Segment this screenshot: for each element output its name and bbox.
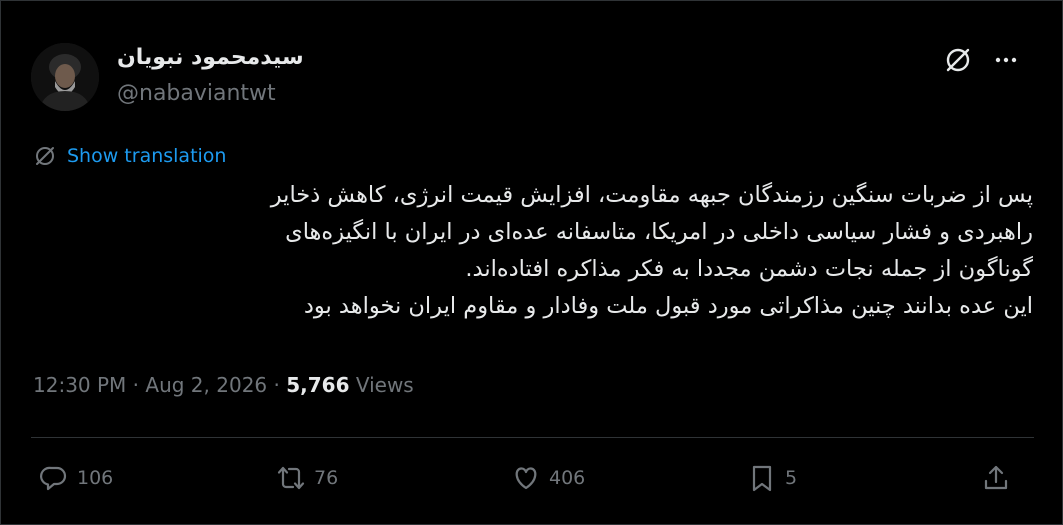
grok-icon[interactable] [943, 45, 973, 75]
show-translation[interactable]: Show translation [33, 142, 226, 170]
like-icon [515, 467, 537, 490]
bookmark-count: 5 [785, 467, 798, 489]
meta-separator: · [132, 373, 140, 397]
views-label: Views [355, 373, 414, 397]
tweet-card: سیدمحمود نبویان @nabaviantwt Show transl… [0, 0, 1063, 525]
bookmark-icon [752, 465, 772, 492]
reply-icon [40, 466, 67, 491]
avatar[interactable] [31, 43, 99, 111]
reply-count: 106 [77, 467, 114, 489]
share-button[interactable] [981, 461, 1011, 495]
avatar-image [31, 43, 99, 111]
share-icon [984, 465, 1008, 490]
tweet-time[interactable]: 12:30 PM [33, 373, 126, 397]
tweet-line: راهبردی و فشار سیاسی داخلی در امریکا، مت… [285, 219, 1033, 245]
show-translation-link[interactable]: Show translation [67, 145, 226, 167]
author-handle[interactable]: @nabaviantwt [117, 81, 276, 106]
repost-count: 76 [314, 467, 339, 489]
repost-button[interactable]: 76 [276, 461, 338, 495]
bookmark-button[interactable]: 5 [747, 461, 797, 495]
more-icon[interactable] [991, 45, 1021, 75]
views-count: 5,766 [286, 373, 350, 397]
translate-icon [36, 147, 54, 165]
reply-button[interactable]: 106 [39, 461, 113, 495]
tweet-meta: 12:30 PM · Aug 2, 2026 · 5,766 Views [33, 373, 414, 397]
divider [31, 437, 1034, 438]
tweet-line: پس از ضربات سنگین رزمندگان جبهه مقاومت، … [270, 182, 1033, 208]
meta-separator: · [273, 373, 280, 397]
tweet-text: پس از ضربات سنگین رزمندگان جبهه مقاومت، … [31, 177, 1033, 325]
like-button[interactable]: 406 [511, 461, 585, 495]
tweet-line: گوناگون از جمله نجات دشمن مجددا به فکر م… [465, 256, 1033, 282]
tweet-line: این عده بدانند چنین مذاکراتی مورد قبول م… [303, 293, 1033, 319]
tweet-date[interactable]: Aug 2, 2026 [145, 373, 267, 397]
like-count: 406 [549, 467, 586, 489]
repost-icon [277, 466, 305, 490]
author-display-name[interactable]: سیدمحمود نبویان [117, 45, 304, 70]
